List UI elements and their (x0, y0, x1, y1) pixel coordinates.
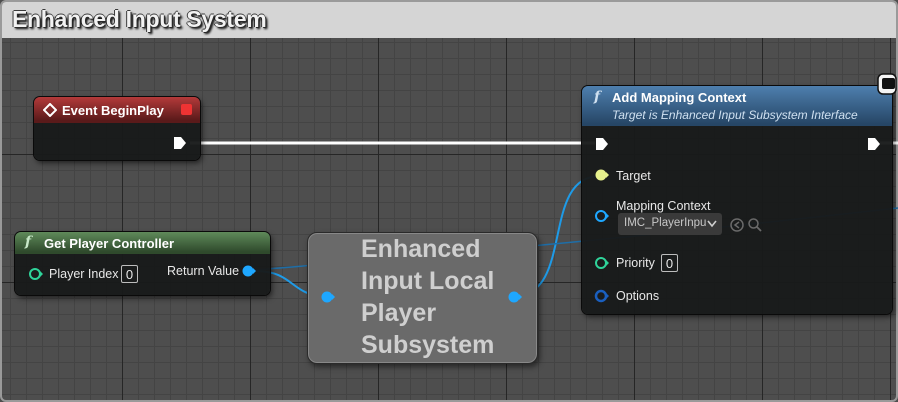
options-pin[interactable] (594, 289, 610, 305)
enhanced-input-subsystem-node[interactable]: Enhanced Input Local Player Subsystem (307, 232, 538, 364)
get-player-controller-title: Get Player Controller (44, 236, 175, 251)
latent-clock-icon (877, 73, 897, 95)
get-player-controller-header: f Get Player Controller (15, 232, 270, 254)
event-icon (43, 103, 57, 117)
subsystem-input-pin[interactable] (320, 290, 336, 306)
function-icon: f (25, 234, 32, 250)
player-index-input[interactable]: 0 (121, 265, 138, 283)
exec-out-pin[interactable] (866, 136, 882, 152)
options-label: Options (616, 289, 660, 303)
add-mapping-context-header: f Add Mapping Context Target is Enhanced… (582, 86, 892, 126)
return-value-label: Return Value (167, 264, 240, 278)
function-icon: f (594, 89, 601, 105)
add-mapping-context-node[interactable]: f Add Mapping Context Target is Enhanced… (582, 86, 892, 314)
add-mapping-context-title: Add Mapping Context (612, 90, 747, 105)
event-begin-play-node[interactable]: Event BeginPlay (34, 97, 200, 160)
add-mapping-context-subtitle: Target is Enhanced Input Subsystem Inter… (612, 108, 858, 122)
enhanced-input-subsystem-label: Enhanced Input Local Player Subsystem (361, 235, 495, 359)
mapping-context-pin[interactable] (594, 209, 610, 225)
mapping-context-dropdown[interactable]: IMC_PlayerInpu (618, 213, 722, 235)
priority-pin[interactable] (594, 256, 610, 272)
target-pin[interactable] (594, 168, 610, 184)
return-value-pin[interactable] (241, 264, 257, 280)
mapping-context-label: Mapping Context (616, 199, 711, 213)
output-delegate-pin[interactable] (181, 104, 192, 115)
event-begin-play-header: Event BeginPlay (34, 97, 200, 123)
player-index-pin[interactable] (28, 267, 44, 283)
priority-label: Priority (616, 256, 655, 270)
browse-search-icon[interactable] (747, 217, 763, 233)
exec-in-pin[interactable] (594, 136, 610, 152)
get-player-controller-node[interactable]: f Get Player Controller Player Index 0 R… (15, 232, 270, 295)
chevron-down-icon (707, 220, 717, 228)
priority-input[interactable]: 0 (661, 254, 678, 272)
exec-out-pin[interactable] (172, 135, 188, 151)
mapping-context-value: IMC_PlayerInpu (624, 217, 707, 229)
subsystem-output-pin[interactable] (507, 290, 523, 306)
target-label: Target (616, 169, 651, 183)
player-index-label: Player Index (49, 267, 119, 281)
event-begin-play-title: Event BeginPlay (62, 103, 164, 118)
use-selected-icon[interactable] (729, 217, 745, 233)
